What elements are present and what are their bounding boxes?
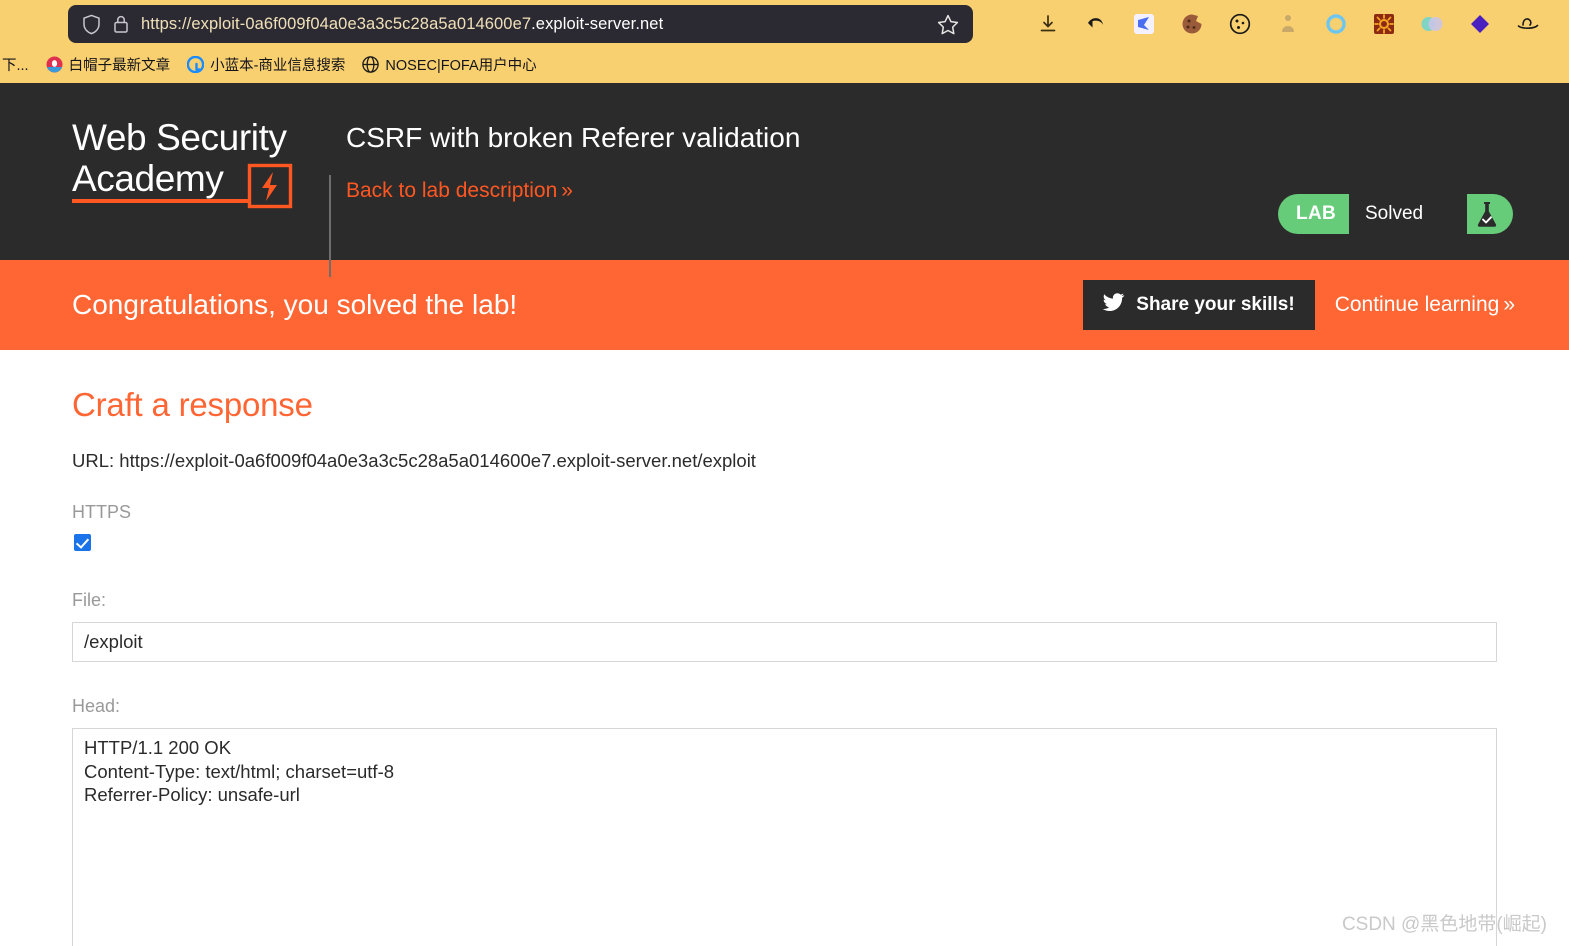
head-textarea[interactable]: HTTP/1.1 200 OK Content-Type: text/html;… [72,728,1497,946]
lab-status-badge[interactable]: LAB Solved [1278,194,1513,234]
sun-square-icon[interactable] [1371,11,1397,37]
logo-line-1: Web Security [72,117,322,158]
banner-actions: Share your skills! Continue learning» [1083,280,1513,330]
congrats-message: Congratulations, you solved the lab! [72,289,517,321]
browser-toolbar-icons [1035,11,1561,37]
ring-icon[interactable] [1323,11,1349,37]
chevron-right-icon: » [561,179,571,202]
academy-logo[interactable]: Web Security Academy [72,117,322,199]
back-to-lab-description-link[interactable]: Back to lab description» [346,179,571,203]
solved-banner: Congratulations, you solved the lab! Sha… [0,260,1569,350]
chevron-right-icon: » [1503,293,1513,316]
twitter-bird-icon [1103,293,1125,317]
lightning-bolt-icon [247,163,293,209]
https-checkbox-row [74,534,1497,552]
bookmark-item-3[interactable]: NOSEC|FOFA用户中心 [357,52,541,77]
extension-bird-icon[interactable] [1131,11,1157,37]
header-divider [329,175,331,277]
continue-link-label: Continue learning [1335,293,1500,316]
logo-underline [72,199,251,203]
page-root: https://exploit-0a6f009f04a0e3a3c5c28a5a… [0,0,1569,946]
share-button-label: Share your skills! [1136,294,1294,316]
address-bar[interactable]: https://exploit-0a6f009f04a0e3a3c5c28a5a… [68,5,973,43]
bookmarks-bar: 下... 白帽子最新文章 [0,48,1569,80]
bookmark-label: 下... [2,54,29,75]
bookmark-label: 小蓝本-商业信息搜索 [210,54,345,75]
https-label: HTTPS [72,502,1497,523]
lab-status-text: Solved [1349,194,1467,234]
url-host-part: https://exploit-0a6f009f04a0e3a3c5c28a5a… [141,15,531,33]
bookmark-item-0[interactable]: 下... [2,52,34,77]
bookmark-label: 白帽子最新文章 [69,54,171,75]
main-content: Craft a response URL: https://exploit-0a… [0,350,1569,946]
bookmark-item-2[interactable]: 小蓝本-商业信息搜索 [182,52,350,77]
shield-icon[interactable] [82,14,101,35]
cookie-icon[interactable] [1227,11,1253,37]
file-label: File: [72,590,1497,611]
url-bar-row: https://exploit-0a6f009f04a0e3a3c5c28a5a… [0,0,1569,48]
section-title: Craft a response [72,386,1497,424]
people-icon[interactable] [1275,11,1301,37]
logo-line-2: Academy [72,158,223,199]
hat-icon[interactable] [1515,11,1541,37]
continue-learning-link[interactable]: Continue learning» [1335,293,1513,317]
back-link-label: Back to lab description [346,179,557,202]
bookmark-favicon [46,56,63,73]
bookmark-favicon [187,56,204,73]
https-checkbox[interactable] [74,534,91,551]
head-label: Head: [72,696,1497,717]
back-arrow-icon[interactable] [1083,11,1109,37]
share-your-skills-button[interactable]: Share your skills! [1083,280,1314,330]
downloads-icon[interactable] [1035,11,1061,37]
flask-check-icon [1467,194,1513,234]
lab-header-titles: CSRF with broken Referer validation Back… [346,117,800,203]
lab-tag-label: LAB [1278,194,1349,234]
exploit-url-text: URL: https://exploit-0a6f009f04a0e3a3c5c… [72,450,1497,472]
toggle-icon[interactable] [1419,11,1445,37]
star-icon[interactable] [937,14,959,35]
page-title: CSRF with broken Referer validation [346,121,800,155]
bookmark-label: NOSEC|FOFA用户中心 [385,54,536,75]
cookie-bitten-icon[interactable] [1179,11,1205,37]
diamond-icon[interactable] [1467,11,1493,37]
padlock-icon[interactable] [113,14,129,34]
url-tld-part: .exploit-server.net [531,15,663,33]
file-input[interactable] [72,622,1497,662]
globe-icon [362,56,379,73]
lab-header: Web Security Academy CSRF with broken Re… [0,83,1569,260]
browser-chrome: https://exploit-0a6f009f04a0e3a3c5c28a5a… [0,0,1569,83]
bookmark-item-1[interactable]: 白帽子最新文章 [41,52,176,77]
url-text[interactable]: https://exploit-0a6f009f04a0e3a3c5c28a5a… [141,15,925,34]
